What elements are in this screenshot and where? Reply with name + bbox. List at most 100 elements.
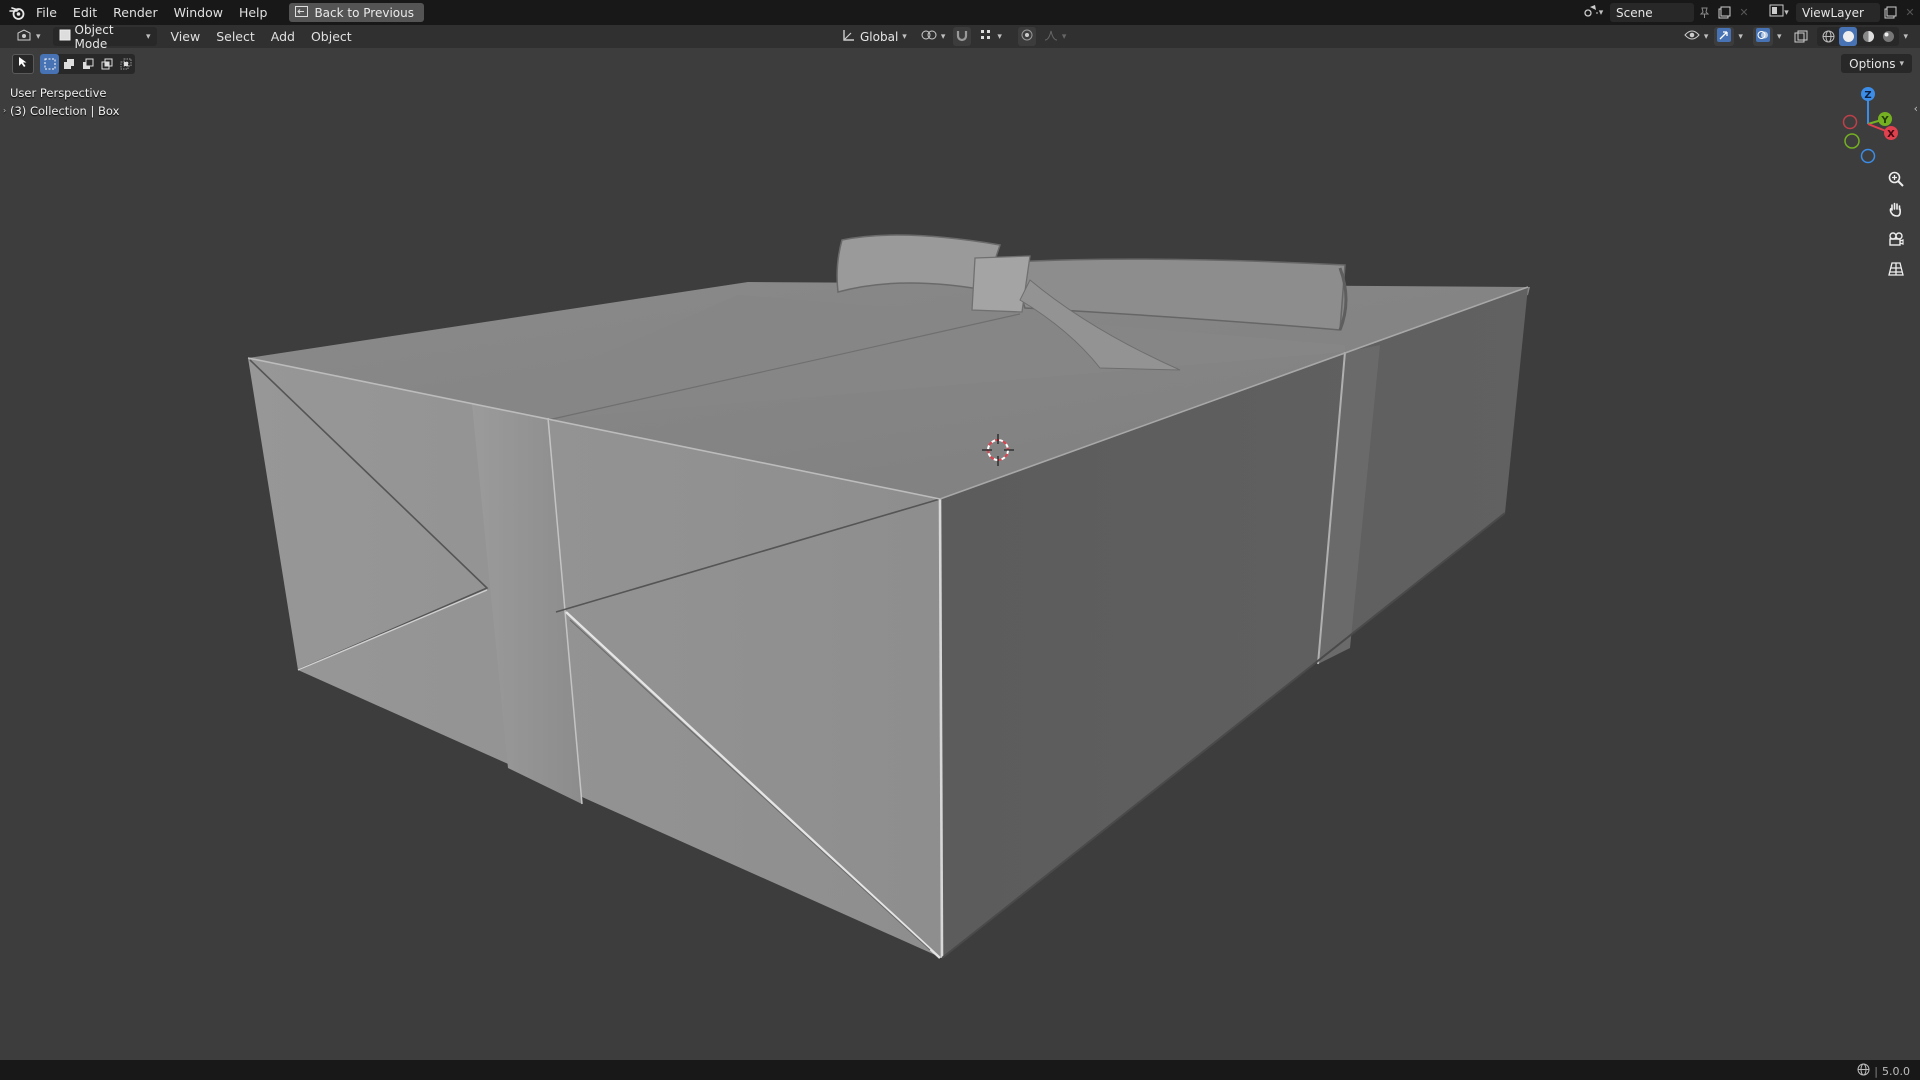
gizmo-toggle[interactable] (1714, 27, 1735, 46)
eye-icon (1684, 29, 1700, 44)
delete-scene-icon[interactable]: ✕ (1734, 3, 1754, 22)
proportional-edit-toggle[interactable] (1017, 27, 1036, 46)
transform-orientation-dropdown[interactable]: Global ▾ (836, 27, 913, 46)
menu-window[interactable]: Window (166, 0, 231, 25)
x-axis-label: X (1887, 129, 1895, 140)
collection-info: (3) Collection | Box (10, 104, 120, 118)
snap-grid-icon (979, 28, 993, 45)
chevron-down-icon: ▾ (940, 31, 946, 42)
pin-scene-icon[interactable] (1694, 3, 1714, 22)
proportional-falloff-dropdown[interactable]: ▾ (1042, 27, 1069, 46)
overlays-toggle[interactable] (1752, 27, 1773, 46)
toggle-perspective-button[interactable] (1884, 259, 1908, 283)
hand-icon (1888, 201, 1904, 221)
delete-view-layer-icon[interactable]: ✕ (1900, 3, 1920, 22)
options-label: Options (1849, 56, 1896, 71)
new-scene-icon[interactable] (1714, 3, 1734, 22)
camera-view-button[interactable] (1884, 229, 1908, 253)
view-name: User Perspective (10, 86, 107, 100)
gift-box-model[interactable] (0, 48, 1920, 1060)
perspective-grid-icon (1888, 261, 1904, 281)
3d-viewport[interactable]: User Perspective › (3) Collection | Box … (0, 48, 1920, 1060)
version-number: 5.0.0 (1882, 1064, 1910, 1078)
header-right-tools: ▾ ▾ ▾ ▾ (1682, 27, 1908, 46)
expand-arrow-icon[interactable]: › (3, 102, 6, 120)
zoom-view-button[interactable] (1884, 169, 1908, 193)
view-layer-selector-button[interactable]: ▾ (1764, 3, 1794, 22)
orientation-label: Global (860, 29, 899, 44)
new-view-layer-icon[interactable] (1880, 3, 1900, 22)
blender-logo-icon[interactable] (6, 0, 28, 25)
chevron-down-icon: ▾ (36, 31, 41, 42)
select-new-icon[interactable] (40, 54, 59, 74)
magnifier-zoom-icon (1888, 171, 1904, 191)
menu-help[interactable]: Help (231, 0, 276, 25)
object-mode-icon (59, 29, 71, 44)
sidebar-toggle-icon[interactable]: ‹ (1914, 102, 1918, 115)
select-intersect-icon[interactable] (116, 54, 135, 74)
select-subtract-icon[interactable] (78, 54, 97, 74)
rendered-shading-icon[interactable] (1879, 27, 1897, 46)
topbar: File Edit Render Window Help Back to Pre… (0, 0, 1920, 25)
neg-x-axis-handle[interactable] (1842, 114, 1858, 130)
chevron-down-icon: ▾ (902, 31, 907, 42)
select-invert-icon[interactable] (97, 54, 116, 74)
status-bar: | 5.0.0 (0, 1060, 1920, 1080)
viewport-header: ▾ Object Mode ▾ View Select Add Object G… (0, 23, 1920, 51)
options-dropdown[interactable]: Options ▾ (1841, 54, 1912, 73)
scene-name: Scene (1616, 5, 1653, 20)
gizmo-chevron-down-icon[interactable]: ▾ (1738, 32, 1743, 42)
neg-y-axis-handle[interactable] (1844, 133, 1860, 149)
scene-name-field[interactable]: Scene (1610, 3, 1694, 22)
snap-toggle[interactable] (953, 27, 972, 46)
header-center-tools: Global ▾ ▾ ▾ ▾ (836, 27, 1068, 46)
neg-z-axis-handle[interactable] (1860, 148, 1876, 164)
globe-icon (1857, 1063, 1870, 1079)
menu-file[interactable]: File (28, 0, 65, 25)
menu-object[interactable]: Object (303, 29, 360, 44)
select-extend-icon[interactable] (59, 54, 78, 74)
menu-edit[interactable]: Edit (65, 0, 105, 25)
material-preview-shading-icon[interactable] (1859, 27, 1877, 46)
select-tool-button[interactable] (12, 54, 34, 74)
scene-icon (1583, 4, 1599, 22)
x-axis-handle[interactable]: X (1884, 126, 1898, 140)
menu-select[interactable]: Select (208, 29, 263, 44)
visibility-dropdown[interactable]: ▾ (1682, 27, 1711, 46)
version-info: | 5.0.0 (1857, 1063, 1910, 1079)
chevron-down-icon: ▾ (1899, 58, 1904, 69)
z-axis-handle[interactable]: Z (1861, 87, 1875, 101)
scene-selector-button[interactable]: ▾ (1578, 3, 1608, 22)
3d-viewport-icon (16, 28, 32, 45)
magnet-icon (955, 28, 969, 45)
chevron-down-icon: ▾ (997, 31, 1002, 42)
back-to-previous-label: Back to Previous (314, 5, 414, 20)
solid-shading-icon[interactable] (1839, 27, 1858, 46)
menu-view[interactable]: View (163, 29, 209, 44)
y-axis-handle[interactable]: Y (1878, 112, 1892, 126)
chevron-down-icon: ▾ (146, 31, 151, 42)
menu-add[interactable]: Add (263, 29, 303, 44)
navigation-gizmo[interactable]: Z Y X (1826, 84, 1906, 164)
back-screen-icon (295, 5, 309, 20)
snap-target-dropdown[interactable]: ▾ (977, 27, 1004, 46)
editor-type-dropdown[interactable]: ▾ (10, 27, 47, 46)
orientation-icon (842, 28, 856, 45)
proportional-edit-icon (1021, 29, 1033, 44)
shading-chevron-down-icon[interactable]: ▾ (1903, 32, 1908, 42)
pivot-point-dropdown[interactable]: ▾ (919, 27, 948, 46)
topbar-right: ▾ Scene ✕ ▾ ViewLayer ✕ (1578, 0, 1920, 25)
mode-dropdown[interactable]: Object Mode ▾ (52, 23, 157, 51)
selection-mode-group (40, 54, 135, 74)
pan-view-button[interactable] (1884, 199, 1908, 223)
wireframe-shading-icon[interactable] (1819, 27, 1837, 46)
overlays-chevron-down-icon[interactable]: ▾ (1777, 32, 1782, 42)
viewport-tool-row (12, 54, 135, 74)
back-to-previous-button[interactable]: Back to Previous (289, 3, 424, 22)
gizmo-icon (1717, 28, 1732, 45)
menu-render[interactable]: Render (105, 0, 166, 25)
view-layer-name-field[interactable]: ViewLayer (1796, 3, 1880, 22)
y-axis-label: Y (1880, 115, 1889, 126)
xray-toggle-icon[interactable] (1791, 27, 1811, 46)
render-layers-icon (1769, 4, 1784, 21)
